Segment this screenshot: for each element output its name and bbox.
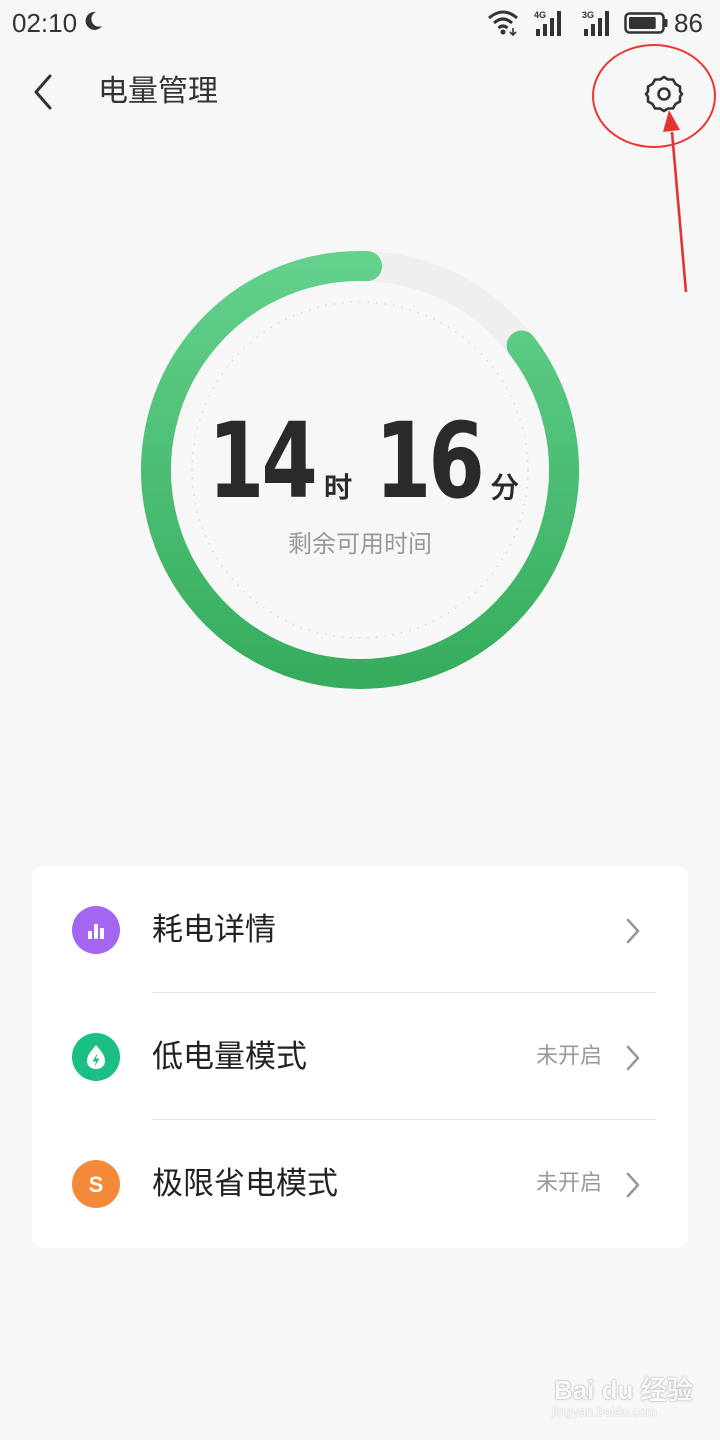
- battery-icon: [624, 12, 668, 34]
- row-status: 未开启: [535, 1044, 602, 1069]
- hours-unit: 时: [323, 471, 352, 504]
- chevron-right-icon: [626, 918, 640, 944]
- low-power-mode-row[interactable]: 低电量模式 未开启: [32, 993, 688, 1120]
- back-button[interactable]: [28, 72, 62, 112]
- signal-4g-icon: 4G: [534, 10, 561, 36]
- row-label: 耗电详情: [152, 912, 276, 948]
- wifi-icon: [488, 10, 518, 37]
- s-letter: S: [89, 1172, 104, 1197]
- ultra-power-saving-row[interactable]: S 极限省电模式 未开启: [32, 1120, 688, 1247]
- row-label: 低电量模式: [152, 1039, 307, 1075]
- hours-value: 14: [208, 400, 318, 522]
- row-label: 极限省电模式: [152, 1166, 338, 1202]
- battery-time-ring: 14 时 16 分 剩余可用时间: [130, 240, 590, 700]
- network-1-label: 4G: [534, 10, 546, 20]
- remaining-caption: 剩余可用时间: [288, 530, 432, 558]
- page-title: 电量管理: [98, 74, 218, 109]
- annotation-arrow: [663, 110, 688, 293]
- chevron-right-icon: [626, 1045, 640, 1071]
- chevron-left-icon: [34, 74, 52, 110]
- leaf-bolt-icon: [72, 1033, 120, 1081]
- remaining-time: 14 时 16 分: [130, 400, 590, 522]
- power-usage-details-row[interactable]: 耗电详情: [32, 866, 688, 993]
- watermark-url: jingyan.baidu.com: [552, 1404, 657, 1419]
- moon-icon: [85, 11, 102, 30]
- power-options-card: 耗电详情 低电量模式 未开启 S 极限省电模式 未开启: [32, 866, 688, 1248]
- status-bar: 02:10 4G 3G 86: [0, 0, 720, 46]
- minutes-value: 16: [375, 400, 485, 522]
- status-time: 02:10: [12, 8, 78, 38]
- watermark-brand: Bai du 经验: [554, 1375, 693, 1405]
- bar-chart-icon: [72, 906, 120, 954]
- network-2-label: 3G: [582, 10, 594, 20]
- chevron-right-icon: [626, 1172, 640, 1198]
- s-letter-icon: S: [72, 1160, 120, 1208]
- annotation-circle: [592, 44, 716, 148]
- watermark: Bai du 经验 jingyan.baidu.com: [552, 1370, 712, 1426]
- battery-level: 86: [674, 8, 703, 38]
- minutes-unit: 分: [490, 471, 519, 504]
- signal-3g-icon: 3G: [582, 10, 609, 36]
- row-status: 未开启: [535, 1171, 602, 1196]
